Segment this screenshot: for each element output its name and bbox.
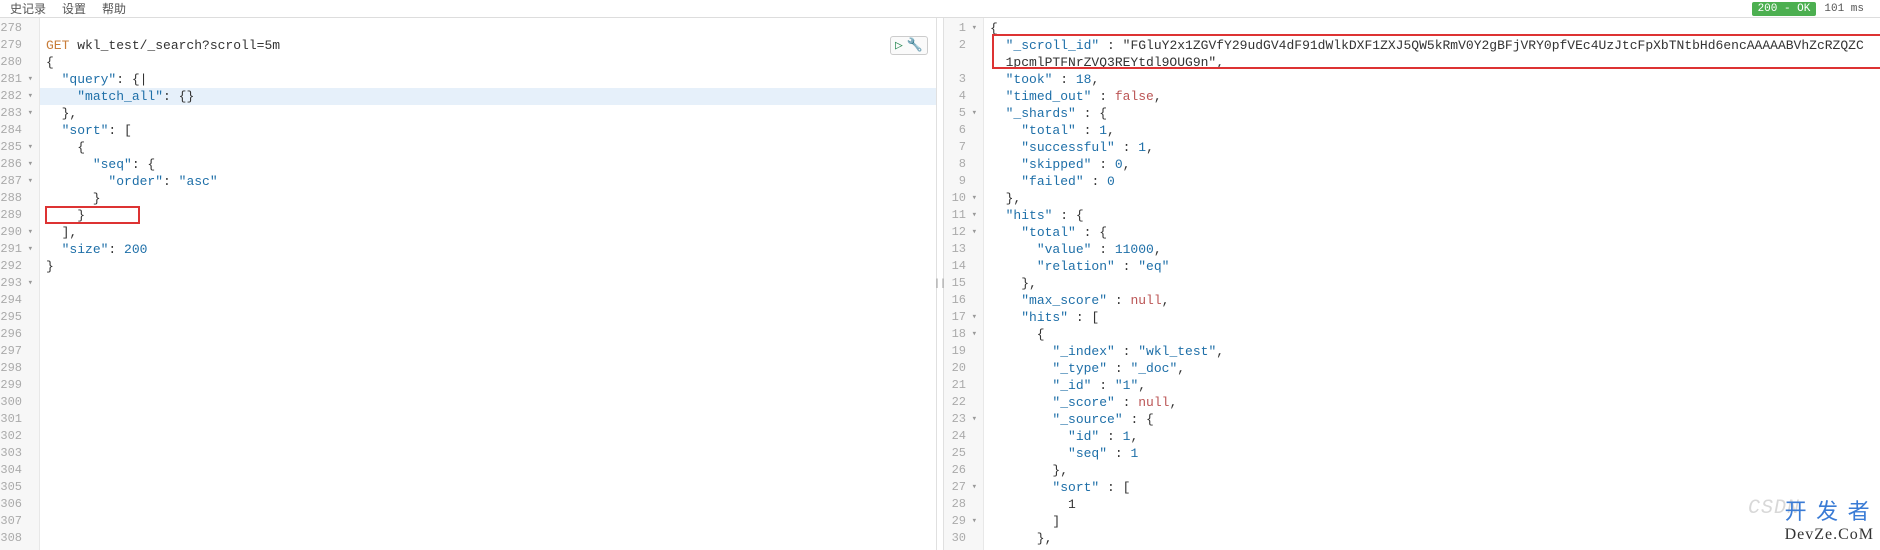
menu-item[interactable]: 史记录 [10, 0, 46, 17]
response-timing: 101 ms [1824, 3, 1870, 15]
menu-item[interactable]: 帮助 [102, 0, 126, 17]
menubar: 史记录 设置 帮助 200 - OK 101 ms [0, 0, 1880, 18]
run-icon[interactable]: ▷ [895, 38, 903, 53]
line-gutter: 278279280281▾282▾283▾284285▾286▾287▾2882… [0, 18, 40, 550]
response-code: { "_scroll_id" : "FGluY2x1ZGVfY29udGV4dF… [984, 18, 1880, 550]
request-editor[interactable]: 278279280281▾282▾283▾284285▾286▾287▾2882… [0, 18, 936, 550]
wrench-icon[interactable]: 🔧 [907, 38, 923, 53]
line-gutter: 1▾2 345▾678910▾11▾12▾1314151617▾18▾19202… [944, 18, 984, 550]
editor-toolbar: ▷ 🔧 [890, 36, 928, 55]
menu-item[interactable]: 设置 [62, 0, 86, 17]
status-badge: 200 - OK [1752, 2, 1817, 16]
request-code[interactable]: GET wkl_test/_search?scroll=5m{ "query":… [40, 18, 936, 550]
pane-divider[interactable]: || [936, 18, 944, 550]
response-viewer: 1▾2 345▾678910▾11▾12▾1314151617▾18▾19202… [944, 18, 1880, 550]
